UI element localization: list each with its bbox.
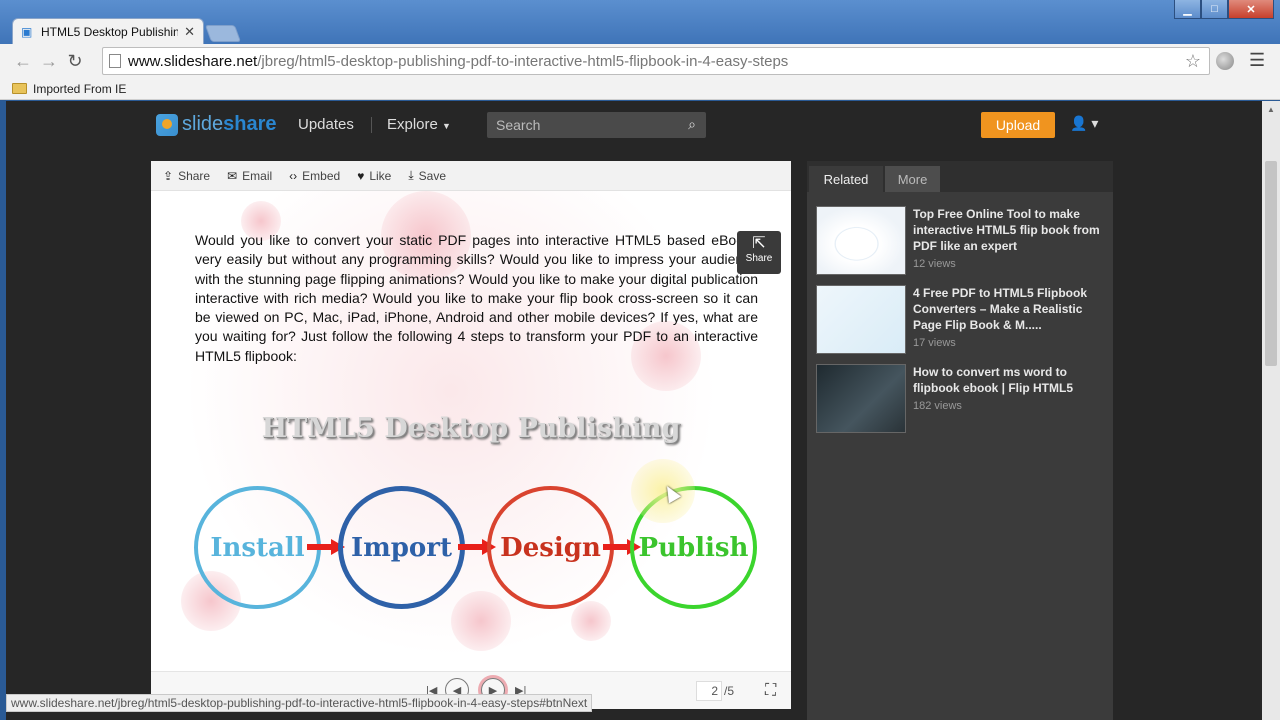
reload-icon[interactable]: ↻	[62, 51, 88, 72]
bookmark-imported-from-ie[interactable]: Imported From IE	[33, 82, 126, 96]
embed-label: Embed	[302, 168, 341, 183]
search-input[interactable]: Search ⌕	[487, 112, 706, 138]
upload-button[interactable]: Upload	[981, 112, 1055, 138]
page-indicator: 2 /5	[696, 681, 734, 701]
tab-title: HTML5 Desktop Publishin	[41, 25, 179, 39]
envelope-icon: ✉	[227, 168, 238, 183]
slideshare-logo[interactable]: slide share	[156, 113, 277, 136]
heart-icon: ♥	[357, 168, 365, 183]
browser-tab[interactable]: ▣ HTML5 Desktop Publishin ✕	[12, 18, 204, 45]
download-icon: ⤓	[408, 168, 414, 182]
forward-arrow-icon[interactable]: →	[36, 51, 62, 72]
embed-action[interactable]: ‹› Embed	[289, 169, 340, 183]
window-controls: ▁ □ ✕	[1174, 0, 1274, 19]
like-label: Like	[369, 168, 392, 183]
save-action[interactable]: ⤓ Save	[408, 168, 446, 183]
folder-icon	[12, 83, 27, 94]
tab-related[interactable]: Related	[809, 166, 883, 192]
related-views: 182 views	[913, 400, 962, 412]
status-bar-url: www.slideshare.net/jbreg/html5-desktop-p…	[6, 694, 593, 712]
share-overlay-button[interactable]: ⇱ Share	[737, 231, 781, 274]
slideshare-favicon-icon: ▣	[21, 25, 33, 39]
action-bar: ⇪ Share ✉ Email ‹› Embed ♥ Like ⤓ Save	[151, 161, 791, 191]
step-install: Install	[194, 486, 321, 609]
page-number-input[interactable]: 2	[696, 681, 722, 701]
slide-canvas[interactable]: Would you like to convert your static PD…	[151, 191, 791, 671]
related-thumbnail[interactable]	[816, 285, 906, 354]
tab-more[interactable]: More	[885, 166, 940, 192]
extension-globe-icon[interactable]	[1216, 52, 1234, 70]
share-icon: ⇪	[163, 168, 174, 183]
nav-divider	[371, 117, 372, 133]
maximize-button[interactable]: □	[1201, 0, 1228, 19]
related-views: 12 views	[913, 258, 956, 270]
caret-down-icon: ▼	[442, 121, 451, 131]
nav-explore-label: Explore	[387, 116, 438, 133]
site-header: slide share Updates Explore ▼ Search ⌕ Up…	[6, 101, 1262, 147]
slideshare-logo-icon	[156, 113, 178, 136]
email-label: Email	[242, 168, 273, 183]
minimize-button[interactable]: ▁	[1174, 0, 1201, 19]
page-total: /5	[724, 684, 735, 698]
user-menu-icon[interactable]: 👤 ▾	[1070, 115, 1098, 132]
back-arrow-icon[interactable]: ←	[10, 51, 36, 72]
related-thumbnail[interactable]	[816, 206, 906, 275]
bookmark-star-icon[interactable]: ☆	[1185, 51, 1201, 72]
share-overlay-label: Share	[745, 253, 773, 264]
page-icon	[109, 54, 121, 68]
code-icon: ‹›	[289, 168, 298, 183]
related-views: 17 views	[913, 337, 956, 349]
related-item[interactable]: Top Free Online Tool to make interactive…	[816, 206, 1106, 276]
search-icon[interactable]: ⌕	[688, 116, 696, 133]
bookmarks-bar: Imported From IE	[0, 78, 1280, 100]
logo-text-slide: slide	[182, 113, 224, 135]
slide-paragraph: Would you like to convert your static PD…	[195, 232, 758, 364]
slide-player: ⇪ Share ✉ Email ‹› Embed ♥ Like ⤓ Save Would …	[151, 161, 791, 709]
decorative-petal	[571, 601, 611, 641]
decorative-petal	[451, 591, 511, 651]
related-sidebar: Related More Top Free Online Tool to mak…	[807, 161, 1113, 720]
related-title[interactable]: How to convert ms word to flipbook ebook…	[913, 364, 1105, 396]
logo-text-share: share	[223, 113, 277, 135]
new-tab-button[interactable]	[204, 25, 242, 42]
url-path: /jbreg/html5-desktop-publishing-pdf-to-i…	[257, 52, 789, 70]
browser-toolbar: ← → ↻ www.slideshare.net/jbreg/html5-des…	[0, 44, 1280, 78]
tab-close-icon[interactable]: ✕	[184, 24, 195, 40]
sidebar-tabs: Related More	[807, 161, 1113, 192]
step-import: Import	[338, 486, 465, 609]
share-action[interactable]: ⇪ Share	[163, 169, 210, 183]
scrollbar-thumb[interactable]	[1265, 161, 1277, 366]
url-host: www.slideshare.net	[128, 52, 258, 70]
menu-hamburger-icon[interactable]: ☰	[1249, 50, 1265, 71]
email-action[interactable]: ✉ Email	[227, 169, 272, 183]
share-label: Share	[178, 168, 211, 183]
search-placeholder: Search	[496, 117, 541, 133]
related-title[interactable]: 4 Free PDF to HTML5 Flipbook Converters …	[913, 285, 1105, 333]
nav-updates[interactable]: Updates	[298, 116, 354, 133]
related-item[interactable]: How to convert ms word to flipbook ebook…	[816, 364, 1106, 434]
fullscreen-icon[interactable]: ⛶	[765, 682, 776, 700]
save-label: Save	[418, 168, 447, 183]
vertical-scrollbar[interactable]: ▲	[1262, 101, 1280, 720]
share-box-icon: ⇱	[752, 235, 766, 252]
like-action[interactable]: ♥ Like	[357, 169, 391, 183]
related-item[interactable]: 4 Free PDF to HTML5 Flipbook Converters …	[816, 285, 1106, 355]
slide-title: HTML5 Desktop Publishing	[261, 413, 681, 444]
related-title[interactable]: Top Free Online Tool to make interactive…	[913, 206, 1105, 254]
address-bar[interactable]: www.slideshare.net/jbreg/html5-desktop-p…	[102, 47, 1210, 75]
step-design: Design	[487, 486, 614, 609]
close-window-button[interactable]: ✕	[1228, 0, 1274, 19]
related-thumbnail[interactable]	[816, 364, 906, 433]
scroll-up-icon[interactable]: ▲	[1267, 105, 1275, 114]
nav-explore[interactable]: Explore ▼	[387, 116, 451, 133]
